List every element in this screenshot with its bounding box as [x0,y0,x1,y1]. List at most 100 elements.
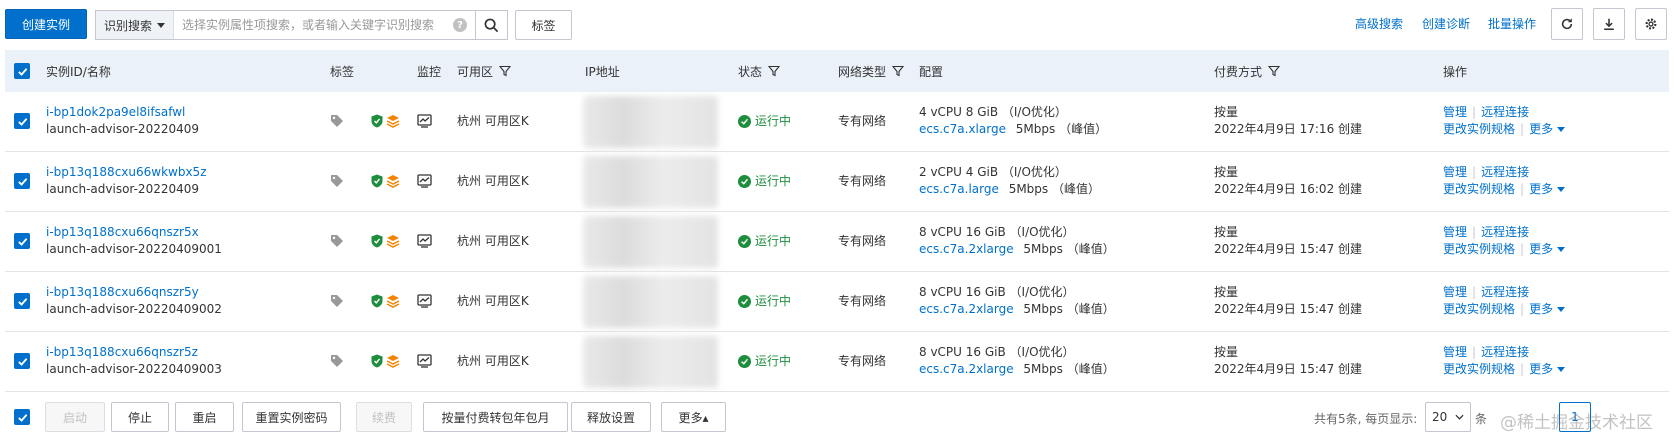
select-all-checkbox[interactable] [14,63,30,79]
shield-icon[interactable] [371,294,383,308]
shield-icon[interactable] [371,174,383,188]
instance-id-link[interactable]: i-bp13q188cxu66wkwbx5z [46,164,207,181]
column-status[interactable]: 状态 [738,50,781,92]
instance-id-link[interactable]: i-bp13q188cxu66qnszr5y [46,284,222,301]
instance-type-link[interactable]: ecs.c7a.xlarge [919,122,1006,136]
tag-icon[interactable] [330,354,344,373]
shield-icon[interactable] [371,114,383,128]
row-checkbox[interactable] [14,353,30,369]
instance-id-link[interactable]: i-bp13q188cxu66qnszr5z [46,344,222,361]
change-spec-link[interactable]: 更改实例规格 [1443,122,1515,136]
search-button[interactable] [475,11,507,39]
remote-connect-link[interactable]: 远程连接 [1481,285,1529,299]
start-button[interactable]: 启动 [45,402,105,432]
create-instance-button[interactable]: 创建实例 [5,9,87,39]
monitor-icon[interactable] [417,234,432,253]
security-icons [371,354,400,368]
tag-icon[interactable] [330,114,344,133]
change-spec-link[interactable]: 更改实例规格 [1443,242,1515,256]
more-actions-dropdown[interactable]: 更多 [1529,182,1566,196]
shield-icon[interactable] [371,234,383,248]
instance-type-link[interactable]: ecs.c7a.large [919,182,999,196]
refresh-icon [1561,18,1573,30]
zone-value: 杭州 可用区K [457,114,529,128]
layers-icon[interactable] [386,294,400,308]
remote-connect-link[interactable]: 远程连接 [1481,105,1529,119]
more-actions-dropdown[interactable]: 更多 [1529,362,1566,376]
manage-link[interactable]: 管理 [1443,225,1467,239]
instance-id-link[interactable]: i-bp13q188cxu66qnszr5x [46,224,222,241]
remote-connect-link[interactable]: 远程连接 [1481,345,1529,359]
tag-icon[interactable] [330,174,344,193]
layers-icon[interactable] [386,354,400,368]
column-config: 配置 [919,50,943,92]
search-mode-dropdown[interactable]: 识别搜索 [96,11,175,39]
filter-icon[interactable] [1268,65,1281,77]
instance-type-link[interactable]: ecs.c7a.2xlarge [919,242,1014,256]
stop-button[interactable]: 停止 [111,402,169,432]
network-type: 专有网络 [838,354,887,368]
layers-icon[interactable] [386,114,400,128]
more-actions-dropdown[interactable]: 更多 [1529,242,1566,256]
search-input[interactable] [174,11,453,39]
restart-button[interactable]: 重启 [175,402,234,432]
monitor-icon[interactable] [417,174,432,193]
help-icon[interactable]: ? [453,18,467,32]
settings-button[interactable] [1635,8,1667,40]
monitor-icon[interactable] [417,354,432,373]
column-zone[interactable]: 可用区 [457,50,512,92]
reset-password-button[interactable]: 重置实例密码 [242,402,341,432]
change-spec-link[interactable]: 更改实例规格 [1443,302,1515,316]
caret-down-icon [1557,187,1566,192]
more-button[interactable]: 更多▴ [661,402,726,432]
row-checkbox[interactable] [14,293,30,309]
column-network[interactable]: 网络类型 [838,50,905,92]
tag-icon[interactable] [330,234,344,253]
footer-select-all-checkbox[interactable] [14,409,30,425]
advanced-search-link[interactable]: 高级搜索 [1355,15,1403,32]
manage-link[interactable]: 管理 [1443,165,1467,179]
check-circle-icon [738,175,751,188]
release-settings-button[interactable]: 释放设置 [571,402,651,432]
batch-operations-link[interactable]: 批量操作 [1488,15,1536,32]
row-checkbox[interactable] [14,233,30,249]
manage-link[interactable]: 管理 [1443,345,1467,359]
filter-icon[interactable] [768,65,781,77]
shield-icon[interactable] [371,354,383,368]
column-label: 监控 [417,64,442,79]
layers-icon[interactable] [386,174,400,188]
more-actions-dropdown[interactable]: 更多 [1529,122,1566,136]
row-checkbox[interactable] [14,173,30,189]
convert-billing-button[interactable]: 按量付费转包年包月 [423,402,568,432]
instance-type-link[interactable]: ecs.c7a.2xlarge [919,362,1014,376]
check-icon [17,357,27,366]
more-actions-dropdown[interactable]: 更多 [1529,302,1566,316]
manage-link[interactable]: 管理 [1443,105,1467,119]
tag-icon[interactable] [330,294,344,313]
change-spec-link[interactable]: 更改实例规格 [1443,362,1515,376]
manage-link[interactable]: 管理 [1443,285,1467,299]
row-checkbox[interactable] [14,113,30,129]
change-spec-link[interactable]: 更改实例规格 [1443,182,1515,196]
more-label: 更多 [1529,182,1554,196]
download-button[interactable] [1593,8,1625,40]
filter-icon[interactable] [499,65,512,77]
remote-connect-link[interactable]: 远程连接 [1481,165,1529,179]
layers-icon[interactable] [386,234,400,248]
instance-spec: 8 vCPU 16 GiB （I/O优化） [919,345,1075,359]
remote-connect-link[interactable]: 远程连接 [1481,225,1529,239]
create-diagnosis-link[interactable]: 创建诊断 [1422,15,1470,32]
page-size-select[interactable]: 20 [1425,402,1471,432]
monitor-icon[interactable] [417,114,432,133]
instance-id-link[interactable]: i-bp1dok2pa9el8ifsafwl [46,104,199,121]
renew-button[interactable]: 续费 [356,402,412,432]
instance-type-link[interactable]: ecs.c7a.2xlarge [919,302,1014,316]
divider: | [1472,345,1477,359]
refresh-button[interactable] [1551,8,1583,40]
monitor-icon[interactable] [417,294,432,313]
tag-button[interactable]: 标签 [515,10,572,40]
column-label: 付费方式 [1214,64,1263,79]
filter-icon[interactable] [892,65,905,77]
column-billing[interactable]: 付费方式 [1214,50,1281,92]
network-type: 专有网络 [838,294,887,308]
